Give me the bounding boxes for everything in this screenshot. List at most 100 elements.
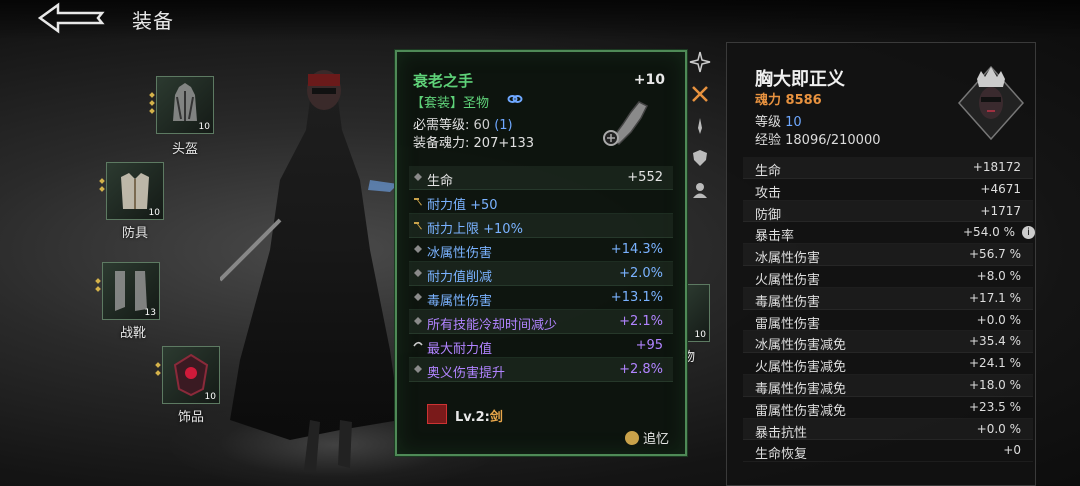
stat-name: 火属性伤害减免 xyxy=(755,360,847,376)
slot-level: 10 xyxy=(148,208,160,218)
item-stat-value: +13.1% xyxy=(610,290,663,305)
item-stat-name: 生命 xyxy=(427,174,454,189)
stat-row: 暴击抗性 +0.0 % xyxy=(743,418,1033,441)
item-stat-row: 生命 +552 xyxy=(409,166,673,190)
stat-row: 冰属性伤害 +56.7 % xyxy=(743,244,1033,266)
stat-name: 防御 xyxy=(755,207,782,223)
stat-row: 雷属性伤害 +0.0 % xyxy=(743,310,1033,332)
stat-row: 毒属性伤害 +17.1 % xyxy=(743,287,1033,310)
item-stat-value: +14.3% xyxy=(610,242,663,257)
top-bar: 装备 xyxy=(0,0,1080,40)
stat-row: 火属性伤害减免 +24.1 % xyxy=(743,353,1033,375)
stat-value: +24.1 % xyxy=(969,356,1021,371)
slot-accessory[interactable]: 10 xyxy=(155,346,220,404)
slot-helmet[interactable]: 10 xyxy=(149,76,214,134)
stat-value: +0.0 % xyxy=(976,421,1021,436)
slot-label-boots: 战靴 xyxy=(120,326,147,341)
required-level-bonus: (1) xyxy=(494,118,513,133)
slot-level: 13 xyxy=(144,308,156,318)
stat-value: +23.5 % xyxy=(969,399,1021,414)
stat-row: 毒属性伤害减免 +18.0 % xyxy=(743,374,1033,397)
stat-name: 暴击率 xyxy=(755,229,795,245)
item-stat-row: 耐力值 +50 xyxy=(409,190,673,214)
stat-name: 暴击抗性 xyxy=(755,425,808,441)
item-stat-value: +95 xyxy=(635,338,663,353)
slot-label-accessory: 饰品 xyxy=(178,410,205,425)
item-stat-name: 耐力值削减 xyxy=(427,270,493,285)
item-stat-name: 所有技能冷却时间减少 xyxy=(427,318,558,333)
player-level: 等级 10 xyxy=(755,111,802,130)
stat-value: +17.1 % xyxy=(969,290,1021,305)
item-tooltip: 衰老之手 +10 【套装】圣物 必需等级: 60 (1) 装备魂力: 207+1… xyxy=(395,50,687,456)
item-stat-name: 冰属性伤害 xyxy=(427,246,493,261)
star-pips xyxy=(149,92,155,117)
character-model xyxy=(220,70,400,472)
slot-armor[interactable]: 10 xyxy=(99,162,164,220)
stat-value: +35.4 % xyxy=(969,334,1021,349)
back-arrow-icon[interactable] xyxy=(34,2,108,34)
emblem-icon[interactable] xyxy=(688,50,712,74)
gauntlet-icon xyxy=(603,101,649,146)
stat-value: +18.0 % xyxy=(969,377,1021,392)
hammer-icon xyxy=(414,198,422,206)
link-icon[interactable] xyxy=(507,91,523,107)
item-stat-row: 最大耐力值 +95 xyxy=(409,334,673,358)
character-tab-icon[interactable] xyxy=(690,180,710,200)
player-portrait[interactable] xyxy=(957,63,1025,159)
stat-name: 攻击 xyxy=(755,185,782,201)
sword-tab-icon[interactable] xyxy=(690,116,710,136)
stat-name: 冰属性伤害减免 xyxy=(755,338,847,354)
diamond-icon xyxy=(414,317,422,325)
stat-row: 火属性伤害 +8.0 % xyxy=(743,266,1033,288)
item-stat-row: 奥义伤害提升 +2.8% xyxy=(409,358,673,382)
diamond-icon xyxy=(414,293,422,301)
stat-row: 生命恢复 +0 xyxy=(743,440,1033,462)
stat-name: 毒属性伤害减免 xyxy=(755,381,847,397)
star-pips xyxy=(155,362,161,379)
item-stat-name: 耐力值 +50 xyxy=(427,198,498,213)
item-stat-row: 所有技能冷却时间减少 +2.1% xyxy=(409,310,673,334)
item-name: 衰老之手 xyxy=(413,72,474,90)
item-stat-row: 耐力上限 +10% xyxy=(409,214,673,238)
item-skill-name: 剑 xyxy=(489,410,503,425)
diamond-icon xyxy=(414,365,422,373)
stat-row: 雷属性伤害减免 +23.5 % xyxy=(743,397,1033,419)
player-experience: 经验 18096/210000 xyxy=(755,133,881,148)
equip-soul-power: 装备魂力: 207+133 xyxy=(413,132,534,151)
slot-level: 10 xyxy=(198,122,210,132)
shield-tab-icon[interactable] xyxy=(690,148,710,168)
item-stat-name: 最大耐力值 xyxy=(427,342,493,357)
slot-level: 10 xyxy=(694,330,706,340)
stat-name: 生命 xyxy=(755,164,782,179)
recall-button[interactable]: 追忆 xyxy=(624,428,669,447)
recall-icon xyxy=(624,431,639,445)
stat-name: 冰属性伤害 xyxy=(755,251,821,267)
player-soul-power: 魂力 8586 xyxy=(755,93,822,108)
recall-label: 追忆 xyxy=(642,432,669,447)
slot-label-helmet: 头盔 xyxy=(172,142,199,157)
stat-row: 暴击率 +54.0 % i xyxy=(743,222,1035,245)
diamond-icon xyxy=(414,173,422,181)
stat-value: +18172 xyxy=(972,160,1021,174)
diamond-icon xyxy=(414,245,422,253)
stat-row: 防御 +1717 xyxy=(743,200,1033,223)
star-pips xyxy=(95,278,101,295)
item-stat-value: +2.0% xyxy=(619,266,663,281)
required-level-label: 必需等级: xyxy=(413,118,470,133)
item-stat-row: 耐力值削减 +2.0% xyxy=(409,262,673,286)
stat-row: 生命 +18172 xyxy=(743,157,1033,179)
item-stat-value: +552 xyxy=(627,170,663,185)
item-skill-level: Lv.2: xyxy=(455,410,490,425)
stat-name: 毒属性伤害 xyxy=(755,294,821,310)
stat-value: +54.0 % xyxy=(963,225,1015,240)
required-level: 必需等级: 60 (1) xyxy=(413,114,513,133)
slot-level: 10 xyxy=(204,392,216,402)
item-stat-value: +2.1% xyxy=(619,314,663,329)
info-icon[interactable]: i xyxy=(1022,226,1035,240)
slot-partial-right[interactable]: 10 xyxy=(684,284,710,342)
slot-boots[interactable]: 13 xyxy=(95,262,160,320)
crossed-swords-icon[interactable] xyxy=(690,84,710,104)
item-stat-value: +2.8% xyxy=(619,362,663,377)
hammer-icon xyxy=(414,222,422,230)
stat-value: +0.0 % xyxy=(976,312,1021,327)
